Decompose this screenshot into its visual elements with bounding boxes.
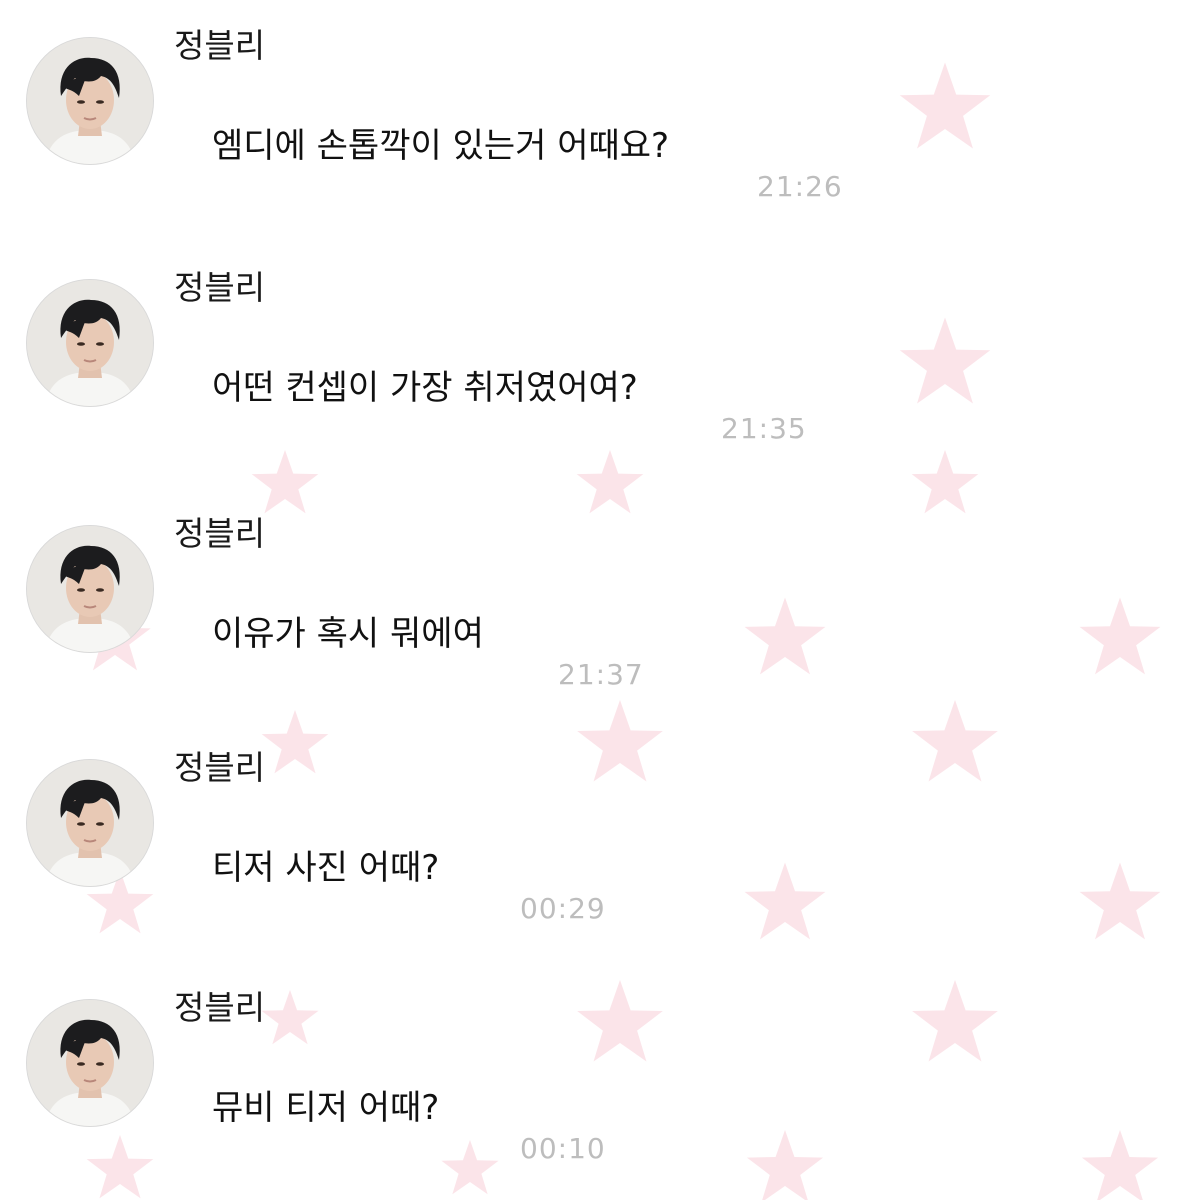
message-timestamp: 21:26 bbox=[757, 170, 843, 203]
chat-message: 정블리 엠디에 손톱깍이 있는거 어때요? 21:26 bbox=[0, 0, 1200, 240]
message-text: 이유가 혹시 뭐에여 bbox=[212, 614, 484, 654]
message-timestamp: 00:10 bbox=[520, 1132, 606, 1165]
message-timestamp: 21:35 bbox=[721, 412, 807, 445]
profile-photo-icon bbox=[27, 280, 153, 406]
chat-message: 정블리 뮤비 티저 어때? 00:10 bbox=[0, 962, 1200, 1202]
chat-message: 정블리 이유가 혹시 뭐에여 21:37 bbox=[0, 488, 1200, 728]
sender-name: 정블리 bbox=[174, 268, 266, 307]
message-text: 어떤 컨셉이 가장 취저였어여? bbox=[212, 368, 638, 408]
profile-photo-icon bbox=[27, 526, 153, 652]
avatar[interactable] bbox=[26, 999, 154, 1127]
avatar[interactable] bbox=[26, 525, 154, 653]
profile-photo-icon bbox=[27, 760, 153, 886]
message-timestamp: 00:29 bbox=[520, 892, 606, 925]
chat-message: 정블리 티저 사진 어때? 00:29 bbox=[0, 722, 1200, 962]
avatar[interactable] bbox=[26, 759, 154, 887]
sender-name: 정블리 bbox=[174, 988, 266, 1027]
message-timestamp: 21:37 bbox=[558, 658, 644, 691]
profile-photo-icon bbox=[27, 38, 153, 164]
message-text: 엠디에 손톱깍이 있는거 어때요? bbox=[212, 126, 670, 166]
avatar[interactable] bbox=[26, 279, 154, 407]
sender-name: 정블리 bbox=[174, 26, 266, 65]
sender-name: 정블리 bbox=[174, 748, 266, 787]
message-text: 티저 사진 어때? bbox=[212, 848, 440, 888]
avatar[interactable] bbox=[26, 37, 154, 165]
chat-message: 정블리 어떤 컨셉이 가장 취저였어여? 21:35 bbox=[0, 242, 1200, 482]
chat-message-list[interactable]: 정블리 엠디에 손톱깍이 있는거 어때요? 21:26 정블리 어떤 컨셉이 가… bbox=[0, 0, 1200, 1200]
sender-name: 정블리 bbox=[174, 514, 266, 553]
profile-photo-icon bbox=[27, 1000, 153, 1126]
message-text: 뮤비 티저 어때? bbox=[212, 1088, 440, 1128]
